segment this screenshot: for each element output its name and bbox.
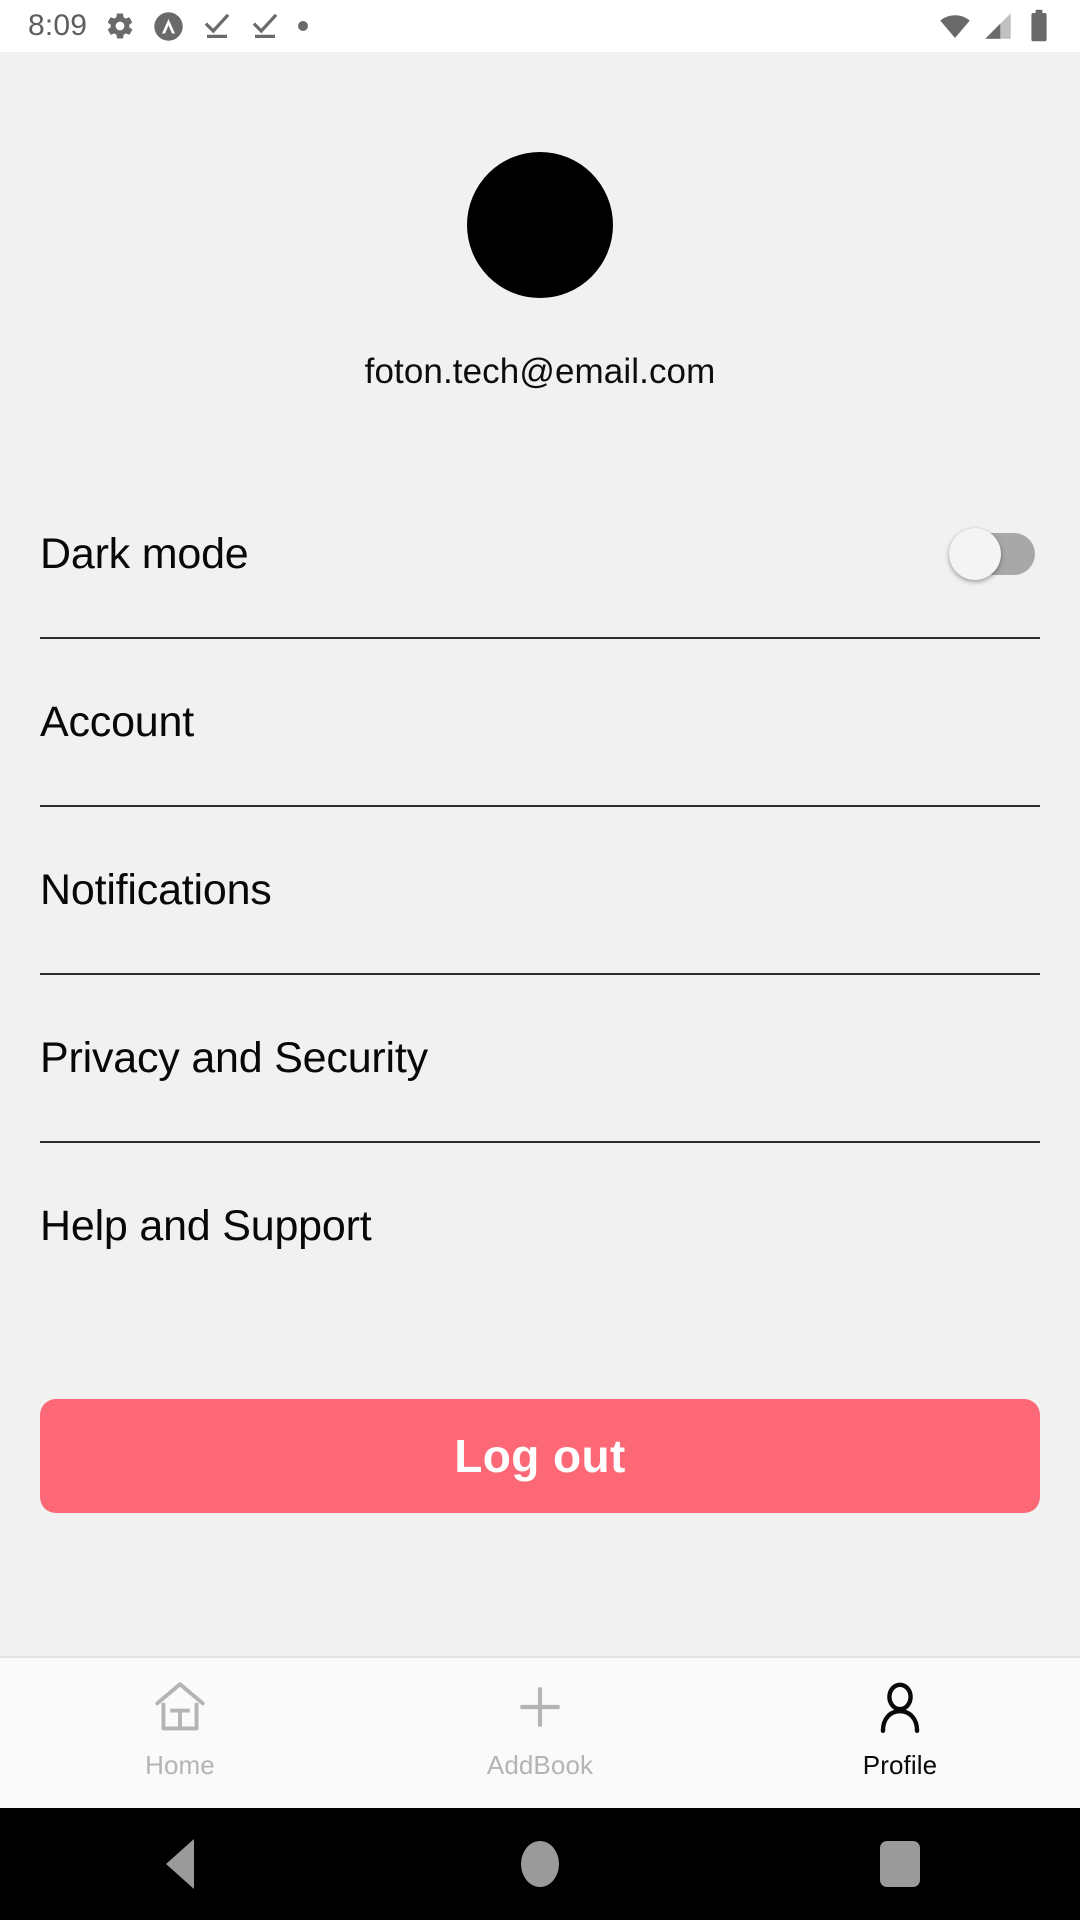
- system-home-button[interactable]: [360, 1841, 720, 1887]
- task-complete-icon: [252, 13, 278, 38]
- profile-header: foton.tech@email.com: [0, 52, 1080, 389]
- avatar[interactable]: [467, 152, 613, 298]
- person-icon: [880, 1682, 920, 1733]
- nav-item-home[interactable]: Home: [0, 1676, 360, 1778]
- nav-item-label: Profile: [862, 1750, 938, 1780]
- settings-row-account[interactable]: Account: [40, 639, 1040, 805]
- app-logo-icon: [154, 11, 183, 41]
- plus-icon: [520, 1687, 560, 1727]
- wifi-icon: [940, 15, 970, 39]
- recents-square-icon: [880, 1841, 920, 1887]
- settings-row-notifications[interactable]: Notifications: [40, 807, 1040, 973]
- logout-button[interactable]: Log out: [40, 1399, 1040, 1513]
- system-recents-button[interactable]: [720, 1841, 1080, 1887]
- status-bar-right: [938, 9, 1054, 43]
- nav-item-label: AddBook: [486, 1750, 594, 1780]
- phone-screen: 8:09 foton.tech@email.com Dark mode Acco…: [0, 0, 1080, 1920]
- nav-item-profile[interactable]: Profile: [720, 1676, 1080, 1778]
- settings-row-dark-mode[interactable]: Dark mode: [40, 471, 1040, 637]
- home-icon: [155, 1682, 205, 1731]
- settings-row-label: Account: [40, 697, 194, 746]
- battery-icon: [1031, 9, 1047, 42]
- toggle-thumb: [949, 528, 1001, 580]
- dot-icon: [298, 21, 309, 31]
- dark-mode-toggle[interactable]: [949, 528, 1035, 580]
- logout-container: Log out: [0, 1399, 1080, 1513]
- settings-row-privacy-and-security[interactable]: Privacy and Security: [40, 975, 1040, 1141]
- nav-item-addbook[interactable]: AddBook: [360, 1676, 720, 1778]
- nav-item-label: Home: [145, 1750, 215, 1780]
- task-complete-icon: [204, 13, 230, 38]
- home-circle-icon: [521, 1841, 559, 1887]
- profile-screen: foton.tech@email.com Dark mode Account N…: [0, 52, 1080, 1656]
- settings-list: Dark mode Account Notifications Privacy …: [0, 471, 1080, 1309]
- gear-icon: [107, 13, 133, 39]
- status-bar: 8:09: [0, 0, 1080, 52]
- settings-row-label: Dark mode: [40, 529, 249, 578]
- settings-row-label: Notifications: [40, 865, 272, 914]
- status-bar-clock: 8:09: [28, 9, 88, 42]
- back-triangle-icon: [166, 1839, 194, 1889]
- settings-row-label: Privacy and Security: [40, 1033, 428, 1082]
- status-bar-left: 8:09: [28, 9, 309, 42]
- system-back-button[interactable]: [0, 1839, 360, 1889]
- android-system-navigation-bar: [0, 1808, 1080, 1920]
- cellular-signal-icon: [985, 13, 1011, 39]
- settings-row-help-and-support[interactable]: Help and Support: [40, 1143, 1040, 1309]
- settings-row-label: Help and Support: [40, 1201, 372, 1250]
- profile-email: foton.tech@email.com: [364, 352, 716, 391]
- bottom-navigation-bar: Home AddBook Profile: [0, 1656, 1080, 1808]
